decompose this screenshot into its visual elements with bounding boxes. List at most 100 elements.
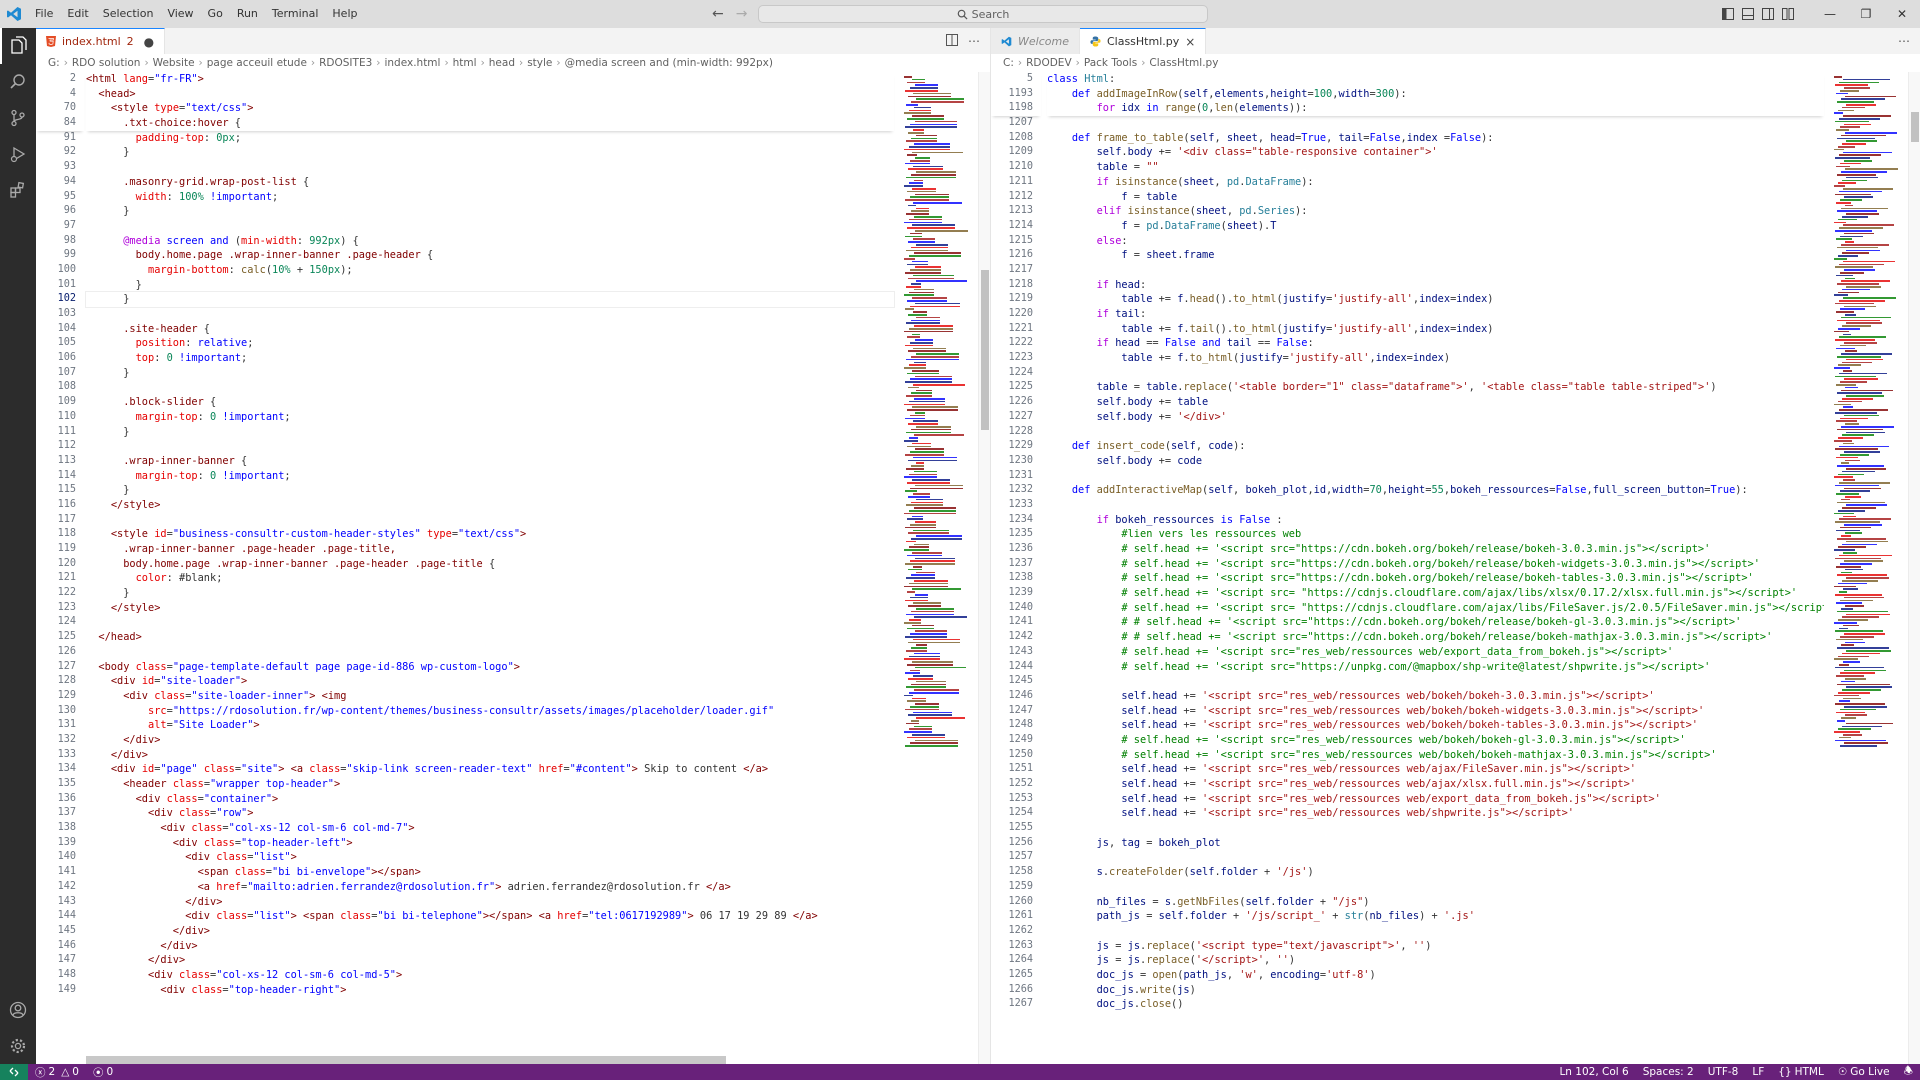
language-mode[interactable]: {} HTML <box>1771 1066 1831 1078</box>
code-line[interactable]: else: <box>1047 234 1824 249</box>
code-line[interactable]: color: #blank; <box>86 571 894 586</box>
code-line[interactable]: self.head += '<script src="res_web/resso… <box>1047 762 1824 777</box>
breadcrumb-item[interactable]: G: <box>48 57 60 69</box>
menu-help[interactable]: Help <box>325 0 364 28</box>
code-line[interactable]: <span class="bi bi-envelope"></span> <box>86 865 894 880</box>
code-line[interactable]: if isinstance(sheet, pd.DataFrame): <box>1047 175 1824 190</box>
code-line[interactable]: table = "" <box>1047 160 1824 175</box>
search-view-icon[interactable] <box>0 64 36 100</box>
menu-file[interactable]: File <box>28 0 60 28</box>
code-line[interactable]: ​ <box>1047 821 1824 836</box>
code-line[interactable]: ​ <box>86 615 894 630</box>
code-line[interactable]: self.body += table <box>1047 395 1824 410</box>
code-line[interactable]: .txt-choice:hover { <box>86 116 894 131</box>
ports-indicator[interactable]: ⦿ 0 <box>86 1065 120 1080</box>
code-line[interactable]: <div class="list"> <box>86 850 894 865</box>
code-line[interactable]: # self.head += '<script src="https://unp… <box>1047 660 1824 675</box>
code-line[interactable]: if bokeh_ressources is False : <box>1047 513 1824 528</box>
code-line[interactable]: width: 100% !important; <box>86 190 894 205</box>
code-line[interactable]: # self.head += '<script src= "https://cd… <box>1047 586 1824 601</box>
code-line[interactable]: body.home.page .wrap-inner-banner .page-… <box>86 248 894 263</box>
code-line[interactable]: self.head += '<script src="res_web/resso… <box>1047 704 1824 719</box>
code-line[interactable]: ​ <box>86 439 894 454</box>
scroll-thumb[interactable] <box>1911 112 1919 142</box>
breadcrumb-item[interactable]: html <box>453 57 477 69</box>
code-line[interactable]: } <box>86 483 894 498</box>
code-line[interactable]: s.createFolder(self.folder + '/js') <box>1047 865 1824 880</box>
code-line[interactable]: self.body += '</div>' <box>1047 410 1824 425</box>
notifications-bell-icon[interactable]: 🕭 <box>1897 1063 1920 1081</box>
code-line[interactable]: ​ <box>86 513 894 528</box>
code-line[interactable]: ​ <box>1047 263 1824 278</box>
code-line[interactable]: path_js = self.folder + '/js/script_' + … <box>1047 909 1824 924</box>
code-line[interactable]: .site-header { <box>86 322 894 337</box>
code-line[interactable]: f = pd.DataFrame(sheet).T <box>1047 219 1824 234</box>
breadcrumb-item[interactable]: Pack Tools <box>1084 57 1137 69</box>
modified-dot-icon[interactable]: ● <box>144 35 154 49</box>
code-line[interactable]: ​ <box>1047 674 1824 689</box>
code-line[interactable]: self.head += '<script src="res_web/resso… <box>1047 689 1824 704</box>
code-editor-left[interactable]: 2470848788899091929394959697989910010110… <box>36 72 990 1064</box>
code-line[interactable]: .block-slider { <box>86 395 894 410</box>
toggle-primary-sidebar-icon[interactable] <box>1718 0 1738 28</box>
tab-classhtml-py[interactable]: ClassHtml.py × <box>1079 28 1207 54</box>
code-line[interactable]: if tail: <box>1047 307 1824 322</box>
code-editor-right[interactable]: 5119311981204120512061207120812091210121… <box>991 72 1920 1064</box>
code-line[interactable]: .wrap-inner-banner .page-header .page-ti… <box>86 542 894 557</box>
explorer-icon[interactable] <box>0 28 36 64</box>
code-line[interactable]: table += f.to_html(justify='justify-all'… <box>1047 351 1824 366</box>
code-line[interactable]: ​ <box>1047 880 1824 895</box>
code-line[interactable]: <div class="container"> <box>86 792 894 807</box>
code-line[interactable]: #lien vers les ressources web <box>1047 527 1824 542</box>
code-line[interactable]: <body class="page-template-default page … <box>86 660 894 675</box>
code-line[interactable]: </div> <box>86 733 894 748</box>
code-line[interactable]: doc_js.close() <box>1047 997 1824 1012</box>
code-line[interactable]: def addImageInRow(self,elements,height=1… <box>1047 87 1824 102</box>
code-line[interactable]: margin-top: 0 !important; <box>86 469 894 484</box>
code-line[interactable]: </div> <box>86 748 894 763</box>
code-line[interactable]: <style id="business-consultr-custom-head… <box>86 527 894 542</box>
forward-arrow-icon[interactable]: → <box>736 6 748 22</box>
code-line[interactable]: doc_js.write(js) <box>1047 983 1824 998</box>
breadcrumb-item[interactable]: index.html <box>384 57 440 69</box>
code-line[interactable]: table += f.tail().to_html(justify='justi… <box>1047 322 1824 337</box>
file-encoding[interactable]: UTF-8 <box>1701 1066 1746 1078</box>
code-line[interactable]: self.head += '<script src="res_web/resso… <box>1047 806 1824 821</box>
menu-run[interactable]: Run <box>230 0 265 28</box>
go-live-button[interactable]: ☉ Go Live <box>1831 1066 1897 1078</box>
problems-indicator[interactable]: ⓧ 2 △ 0 <box>28 1065 86 1080</box>
code-line[interactable]: ​ <box>86 307 894 322</box>
code-line[interactable]: self.body += '<div class="table-responsi… <box>1047 145 1824 160</box>
code-line[interactable]: } <box>86 278 894 293</box>
code-line[interactable]: # self.head += '<script src= "https://cd… <box>1047 601 1824 616</box>
toggle-secondary-sidebar-icon[interactable] <box>1758 0 1778 28</box>
menu-view[interactable]: View <box>160 0 200 28</box>
menu-go[interactable]: Go <box>201 0 230 28</box>
code-line[interactable]: elif isinstance(sheet, pd.Series): <box>1047 204 1824 219</box>
breadcrumb-item[interactable]: @media screen and (min-width: 992px) <box>565 57 773 69</box>
code-line[interactable]: </head> <box>86 630 894 645</box>
horizontal-scrollbar[interactable] <box>86 1056 726 1064</box>
breadcrumb-item[interactable]: style <box>527 57 552 69</box>
breadcrumb-item[interactable]: Website <box>153 57 195 69</box>
code-line[interactable]: # # self.head += '<script src="https://c… <box>1047 615 1824 630</box>
code-line[interactable]: class Html: <box>1047 72 1824 87</box>
accounts-icon[interactable] <box>0 992 36 1028</box>
code-line[interactable]: </div> <box>86 953 894 968</box>
code-area[interactable]: <html lang="fr-FR"> <head> <style type="… <box>85 72 895 1064</box>
code-line[interactable]: ​ <box>1047 924 1824 939</box>
code-line[interactable]: .wrap-inner-banner { <box>86 454 894 469</box>
code-line[interactable]: <a href="mailto:adrien.ferrandez@rdosolu… <box>86 880 894 895</box>
code-line[interactable]: ​ <box>86 645 894 660</box>
code-line[interactable]: </style> <box>86 498 894 513</box>
scroll-thumb[interactable] <box>981 270 989 430</box>
code-line[interactable]: } <box>86 425 894 440</box>
code-line[interactable]: margin-top: 0 !important; <box>86 410 894 425</box>
indentation[interactable]: Spaces: 2 <box>1636 1066 1701 1078</box>
code-line[interactable]: @media screen and (min-width: 992px) { <box>86 234 894 249</box>
code-line[interactable]: ​ <box>1047 850 1824 865</box>
code-line[interactable]: <html lang="fr-FR"> <box>86 72 894 87</box>
run-debug-icon[interactable] <box>0 136 36 172</box>
code-line[interactable]: # self.head += '<script src="res_web/res… <box>1047 748 1824 763</box>
code-line[interactable]: # self.head += '<script src="res_web/res… <box>1047 645 1824 660</box>
